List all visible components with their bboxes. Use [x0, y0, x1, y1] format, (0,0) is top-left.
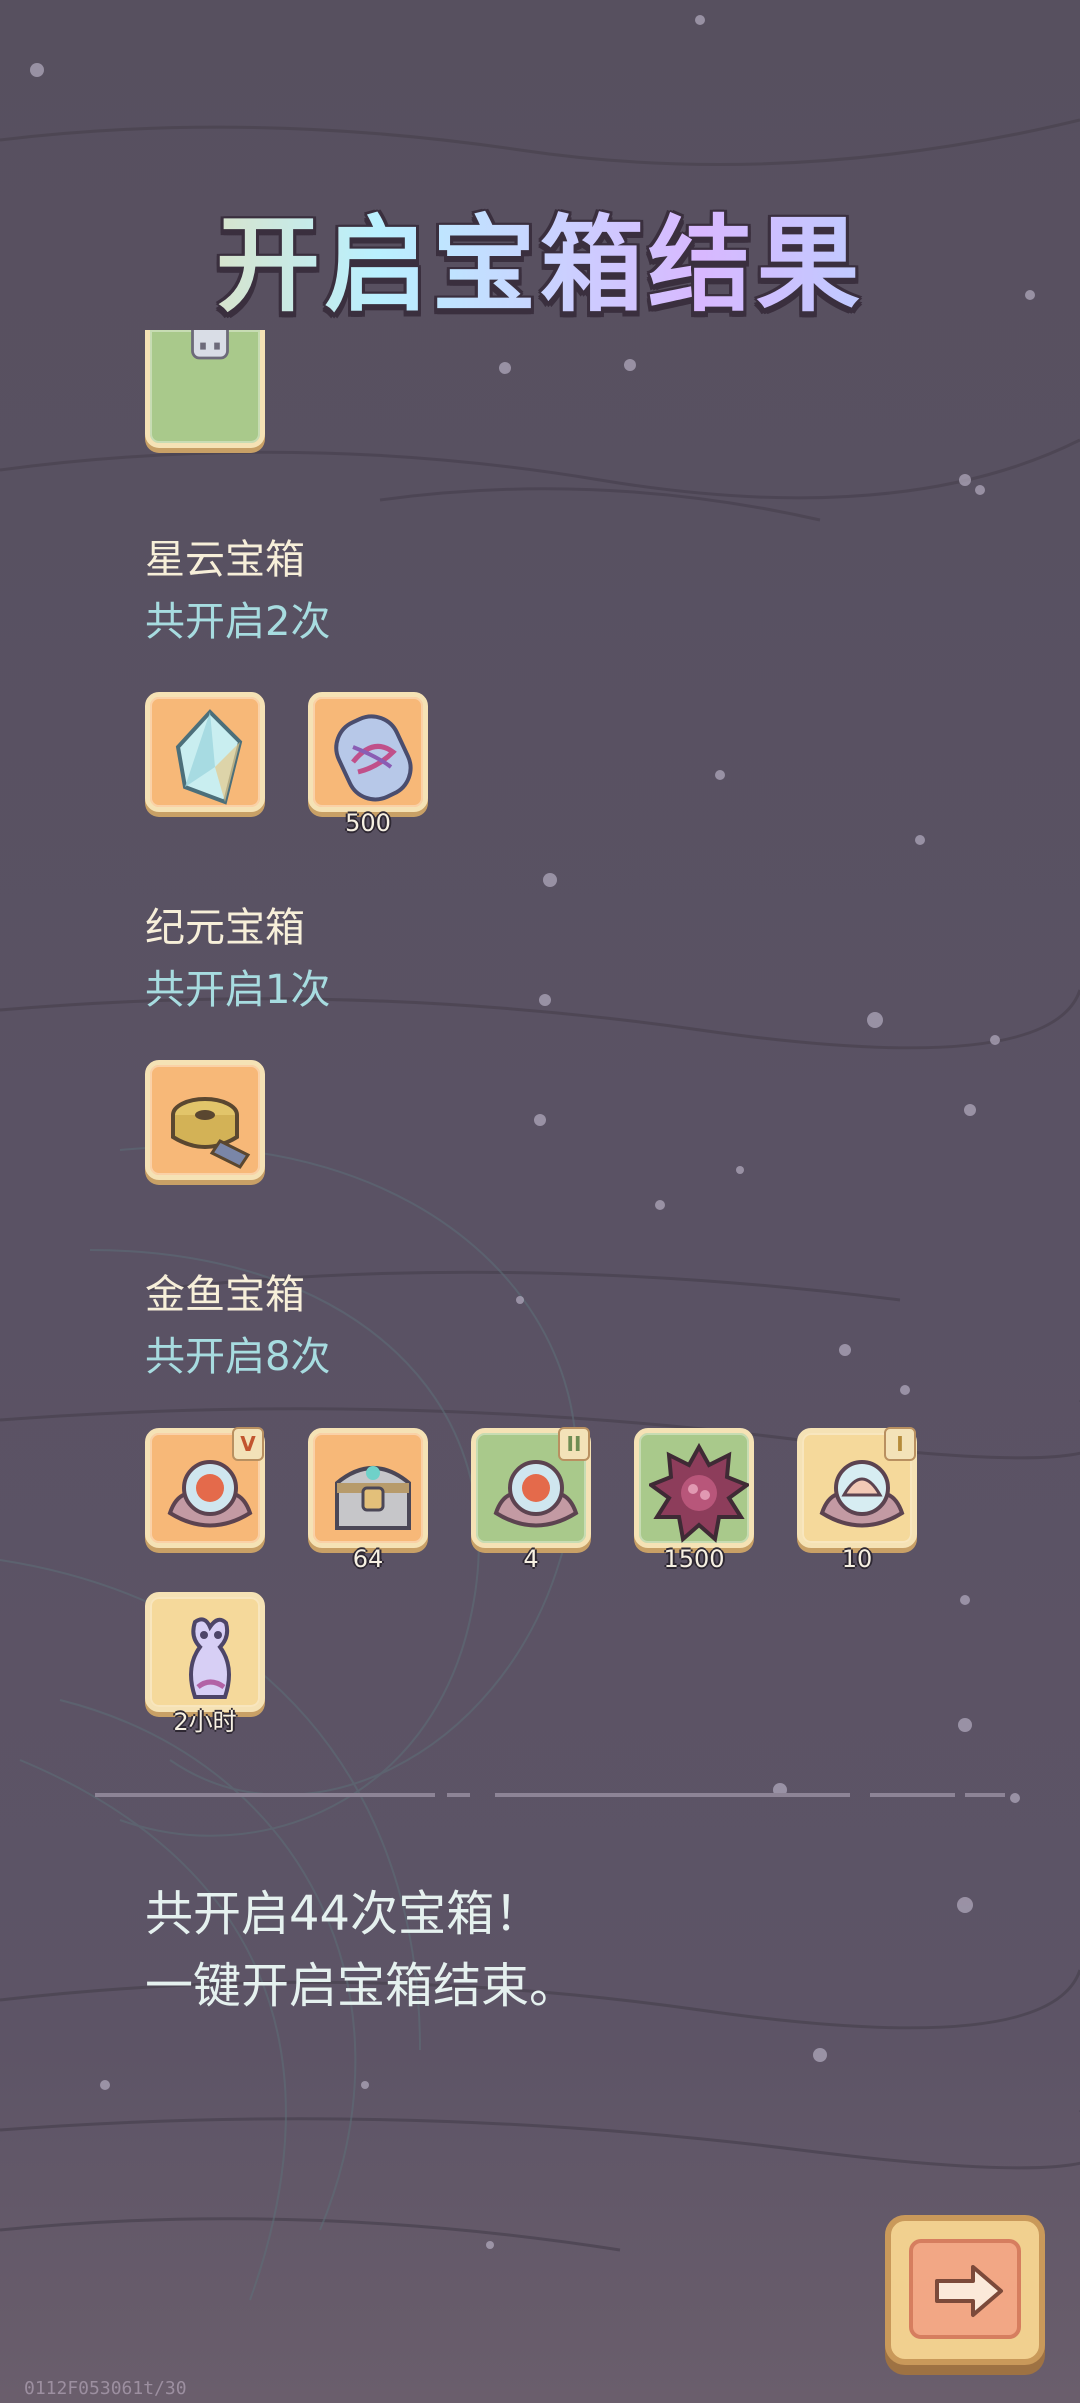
- treasure-chest-icon: [335, 1466, 411, 1530]
- item-quantity: 4: [523, 1545, 539, 1573]
- next-button[interactable]: [885, 2215, 1045, 2365]
- arrow-right-icon: [935, 2265, 1003, 2317]
- reward-item[interactable]: 64: [308, 1428, 428, 1573]
- chest-section-era: 纪元宝箱 共开启1次: [145, 900, 330, 1018]
- chest-name: 金鱼宝箱: [145, 1272, 305, 1318]
- summary-text: 共开启44次宝箱！ 一键开启宝箱结束。: [145, 1878, 577, 2022]
- reward-item[interactable]: 2小时: [145, 1592, 265, 1736]
- reward-item[interactable]: 1500: [634, 1428, 754, 1573]
- chest-section-goldfish: 金鱼宝箱 共开启8次: [145, 1267, 330, 1385]
- sea-urchin-icon: [649, 1443, 749, 1543]
- item-quantity: 10: [841, 1545, 873, 1573]
- reward-item[interactable]: [145, 692, 265, 812]
- tier-badge: I: [884, 1427, 916, 1461]
- reward-item[interactable]: II 4: [471, 1427, 591, 1573]
- tier-badge: V: [232, 1427, 264, 1461]
- item-quantity: 500: [345, 809, 391, 837]
- reward-item[interactable]: [145, 1060, 265, 1180]
- chest-name: 星云宝箱: [145, 537, 305, 583]
- chest-section-nebula: 星云宝箱 共开启2次: [145, 532, 330, 650]
- nebula-capsule-icon: [334, 714, 413, 802]
- item-quantity: 64: [352, 1545, 384, 1573]
- next-button-face: [909, 2239, 1021, 2339]
- tier-badge: II: [558, 1427, 590, 1461]
- build-code: 0112F053061t/30: [24, 2378, 187, 2399]
- item-quantity: 2小时: [173, 1708, 237, 1736]
- ghost-creature-icon: [189, 1617, 231, 1699]
- reward-item[interactable]: I 10: [797, 1427, 917, 1573]
- open-count: 共开启2次: [145, 599, 331, 645]
- divider: [95, 1793, 1005, 1797]
- reward-item-partial[interactable]: [145, 330, 265, 448]
- film-reel-icon: [171, 1097, 251, 1169]
- reward-item[interactable]: 500: [308, 692, 428, 837]
- chest-name: 纪元宝箱: [145, 905, 305, 951]
- open-count: 共开启8次: [145, 1334, 331, 1380]
- page-title: 开启宝箱结果: [0, 180, 1080, 331]
- item-quantity: 1500: [663, 1545, 725, 1573]
- open-count: 共开启1次: [145, 967, 331, 1013]
- reward-item[interactable]: V: [145, 1427, 265, 1548]
- crystal-shard-icon: [175, 709, 243, 805]
- summary-line-2: 一键开启宝箱结束。: [145, 1958, 578, 2014]
- skull-icon: [191, 330, 229, 360]
- summary-line-1: 共开启44次宝箱！: [145, 1886, 543, 1942]
